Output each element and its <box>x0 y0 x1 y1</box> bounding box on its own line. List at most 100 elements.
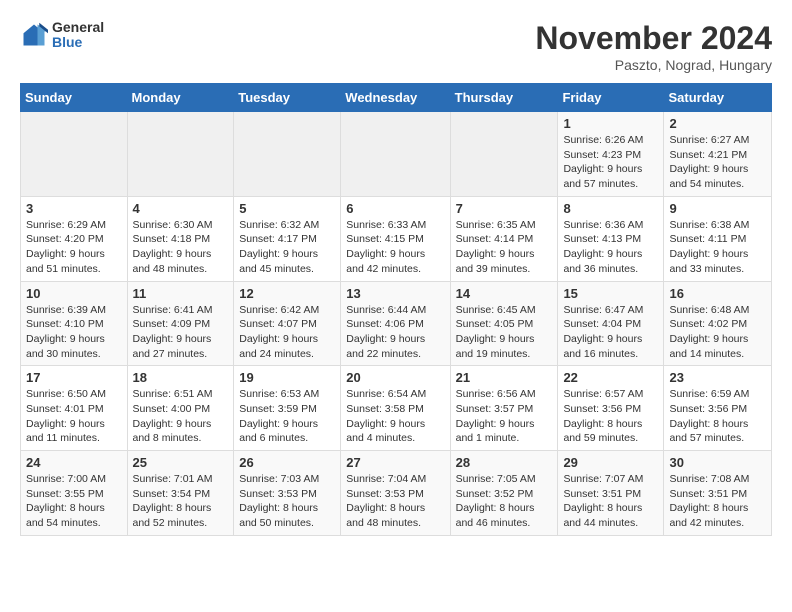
day-number: 20 <box>346 370 444 385</box>
column-header-sunday: Sunday <box>21 84 128 112</box>
calendar-cell: 18 Sunrise: 6:51 AM Sunset: 4:00 PM Dayli… <box>127 366 234 451</box>
day-info: Sunrise: 6:51 AM Sunset: 4:00 PM Dayligh… <box>133 387 229 446</box>
calendar-cell: 3 Sunrise: 6:29 AM Sunset: 4:20 PM Daylig… <box>21 196 128 281</box>
day-info: Sunrise: 6:56 AM Sunset: 3:57 PM Dayligh… <box>456 387 553 446</box>
column-header-thursday: Thursday <box>450 84 558 112</box>
calendar-cell: 14 Sunrise: 6:45 AM Sunset: 4:05 PM Dayli… <box>450 281 558 366</box>
calendar-cell: 5 Sunrise: 6:32 AM Sunset: 4:17 PM Daylig… <box>234 196 341 281</box>
calendar-cell: 24Sunrise: 7:00 AM Sunset: 3:55 PM Dayli… <box>21 451 128 536</box>
day-info: Sunrise: 7:03 AM Sunset: 3:53 PM Dayligh… <box>239 472 335 531</box>
day-info: Sunrise: 6:42 AM Sunset: 4:07 PM Dayligh… <box>239 303 335 362</box>
column-header-friday: Friday <box>558 84 664 112</box>
calendar-table: SundayMondayTuesdayWednesdayThursdayFrid… <box>20 83 772 536</box>
column-header-wednesday: Wednesday <box>341 84 450 112</box>
day-info: Sunrise: 6:45 AM Sunset: 4:05 PM Dayligh… <box>456 303 553 362</box>
day-info: Sunrise: 6:30 AM Sunset: 4:18 PM Dayligh… <box>133 218 229 277</box>
calendar-cell: 9Sunrise: 6:38 AM Sunset: 4:11 PM Daylig… <box>664 196 772 281</box>
location-subtitle: Paszto, Nograd, Hungary <box>535 57 772 73</box>
day-info: Sunrise: 6:33 AM Sunset: 4:15 PM Dayligh… <box>346 218 444 277</box>
calendar-cell <box>341 112 450 197</box>
day-number: 18 <box>133 370 229 385</box>
calendar-cell: 13Sunrise: 6:44 AM Sunset: 4:06 PM Dayli… <box>341 281 450 366</box>
day-info: Sunrise: 6:57 AM Sunset: 3:56 PM Dayligh… <box>563 387 658 446</box>
day-number: 17 <box>26 370 122 385</box>
calendar-cell: 11 Sunrise: 6:41 AM Sunset: 4:09 PM Dayli… <box>127 281 234 366</box>
day-info: Sunrise: 6:50 AM Sunset: 4:01 PM Dayligh… <box>26 387 122 446</box>
calendar-week-row: 3 Sunrise: 6:29 AM Sunset: 4:20 PM Daylig… <box>21 196 772 281</box>
logo: General Blue <box>20 20 104 51</box>
day-number: 14 <box>456 286 553 301</box>
calendar-cell: 12 Sunrise: 6:42 AM Sunset: 4:07 PM Dayli… <box>234 281 341 366</box>
calendar-cell: 15Sunrise: 6:47 AM Sunset: 4:04 PM Dayli… <box>558 281 664 366</box>
calendar-cell: 6Sunrise: 6:33 AM Sunset: 4:15 PM Daylig… <box>341 196 450 281</box>
calendar-cell <box>234 112 341 197</box>
logo-text: General Blue <box>52 20 104 51</box>
day-info: Sunrise: 7:01 AM Sunset: 3:54 PM Dayligh… <box>133 472 229 531</box>
day-number: 27 <box>346 455 444 470</box>
logo-blue: Blue <box>52 35 104 50</box>
day-number: 1 <box>563 116 658 131</box>
day-info: Sunrise: 6:39 AM Sunset: 4:10 PM Dayligh… <box>26 303 122 362</box>
calendar-cell: 29 Sunrise: 7:07 AM Sunset: 3:51 PM Dayli… <box>558 451 664 536</box>
calendar-cell: 27 Sunrise: 7:04 AM Sunset: 3:53 PM Dayli… <box>341 451 450 536</box>
day-info: Sunrise: 7:07 AM Sunset: 3:51 PM Dayligh… <box>563 472 658 531</box>
day-number: 25 <box>133 455 229 470</box>
calendar-cell <box>21 112 128 197</box>
day-info: Sunrise: 6:59 AM Sunset: 3:56 PM Dayligh… <box>669 387 766 446</box>
day-info: Sunrise: 7:08 AM Sunset: 3:51 PM Dayligh… <box>669 472 766 531</box>
logo-icon <box>20 21 48 49</box>
calendar-cell: 17 Sunrise: 6:50 AM Sunset: 4:01 PM Dayli… <box>21 366 128 451</box>
calendar-cell: 25 Sunrise: 7:01 AM Sunset: 3:54 PM Dayli… <box>127 451 234 536</box>
calendar-cell: 2 Sunrise: 6:27 AM Sunset: 4:21 PM Daylig… <box>664 112 772 197</box>
day-number: 21 <box>456 370 553 385</box>
day-info: Sunrise: 7:04 AM Sunset: 3:53 PM Dayligh… <box>346 472 444 531</box>
day-number: 15 <box>563 286 658 301</box>
column-header-tuesday: Tuesday <box>234 84 341 112</box>
day-number: 23 <box>669 370 766 385</box>
day-info: Sunrise: 6:27 AM Sunset: 4:21 PM Dayligh… <box>669 133 766 192</box>
day-info: Sunrise: 6:53 AM Sunset: 3:59 PM Dayligh… <box>239 387 335 446</box>
day-info: Sunrise: 6:32 AM Sunset: 4:17 PM Dayligh… <box>239 218 335 277</box>
calendar-cell: 19Sunrise: 6:53 AM Sunset: 3:59 PM Dayli… <box>234 366 341 451</box>
day-info: Sunrise: 6:26 AM Sunset: 4:23 PM Dayligh… <box>563 133 658 192</box>
calendar-cell: 20 Sunrise: 6:54 AM Sunset: 3:58 PM Dayli… <box>341 366 450 451</box>
page-header: General Blue November 2024 Paszto, Nogra… <box>20 20 772 73</box>
day-number: 10 <box>26 286 122 301</box>
day-info: Sunrise: 7:05 AM Sunset: 3:52 PM Dayligh… <box>456 472 553 531</box>
day-number: 29 <box>563 455 658 470</box>
calendar-week-row: 24Sunrise: 7:00 AM Sunset: 3:55 PM Dayli… <box>21 451 772 536</box>
title-block: November 2024 Paszto, Nograd, Hungary <box>535 20 772 73</box>
calendar-cell: 8Sunrise: 6:36 AM Sunset: 4:13 PM Daylig… <box>558 196 664 281</box>
calendar-cell: 7Sunrise: 6:35 AM Sunset: 4:14 PM Daylig… <box>450 196 558 281</box>
day-number: 4 <box>133 201 229 216</box>
calendar-cell <box>450 112 558 197</box>
day-number: 12 <box>239 286 335 301</box>
day-number: 26 <box>239 455 335 470</box>
day-info: Sunrise: 6:54 AM Sunset: 3:58 PM Dayligh… <box>346 387 444 446</box>
calendar-cell: 23 Sunrise: 6:59 AM Sunset: 3:56 PM Dayli… <box>664 366 772 451</box>
calendar-week-row: 17 Sunrise: 6:50 AM Sunset: 4:01 PM Dayli… <box>21 366 772 451</box>
logo-general: General <box>52 20 104 35</box>
day-number: 11 <box>133 286 229 301</box>
calendar-cell: 16 Sunrise: 6:48 AM Sunset: 4:02 PM Dayli… <box>664 281 772 366</box>
calendar-cell: 28Sunrise: 7:05 AM Sunset: 3:52 PM Dayli… <box>450 451 558 536</box>
day-number: 2 <box>669 116 766 131</box>
day-number: 13 <box>346 286 444 301</box>
day-info: Sunrise: 6:41 AM Sunset: 4:09 PM Dayligh… <box>133 303 229 362</box>
day-info: Sunrise: 6:35 AM Sunset: 4:14 PM Dayligh… <box>456 218 553 277</box>
calendar-cell: 26 Sunrise: 7:03 AM Sunset: 3:53 PM Dayli… <box>234 451 341 536</box>
day-number: 3 <box>26 201 122 216</box>
day-info: Sunrise: 6:48 AM Sunset: 4:02 PM Dayligh… <box>669 303 766 362</box>
month-year-title: November 2024 <box>535 20 772 57</box>
calendar-cell: 22Sunrise: 6:57 AM Sunset: 3:56 PM Dayli… <box>558 366 664 451</box>
day-number: 8 <box>563 201 658 216</box>
day-number: 24 <box>26 455 122 470</box>
calendar-header-row: SundayMondayTuesdayWednesdayThursdayFrid… <box>21 84 772 112</box>
day-number: 16 <box>669 286 766 301</box>
day-info: Sunrise: 6:29 AM Sunset: 4:20 PM Dayligh… <box>26 218 122 277</box>
day-number: 30 <box>669 455 766 470</box>
day-number: 5 <box>239 201 335 216</box>
column-header-saturday: Saturday <box>664 84 772 112</box>
calendar-cell: 4 Sunrise: 6:30 AM Sunset: 4:18 PM Daylig… <box>127 196 234 281</box>
calendar-cell: 1 Sunrise: 6:26 AM Sunset: 4:23 PM Daylig… <box>558 112 664 197</box>
